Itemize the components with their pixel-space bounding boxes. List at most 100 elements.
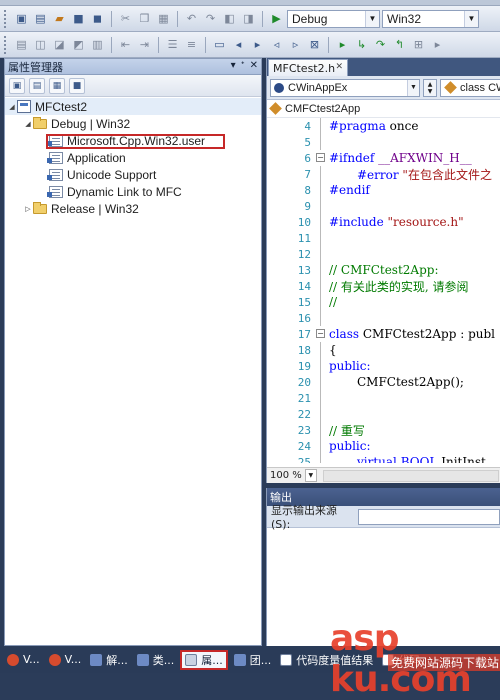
cut-icon[interactable]: ✂ — [117, 10, 134, 27]
outline-gutter — [315, 342, 329, 358]
tree-item-mfc-dll-sheet[interactable]: Dynamic Link to MFC — [5, 183, 261, 200]
nav-spinner[interactable]: ▲ ▼ — [423, 78, 437, 97]
toolbar-overflow-icon[interactable]: ▸ — [429, 36, 446, 53]
tool-window-tab[interactable]: 团... — [231, 650, 275, 670]
toolbar-grip[interactable] — [4, 9, 8, 28]
uncomment-lines-icon[interactable]: ≡ — [183, 36, 200, 53]
parameter-info-icon[interactable]: ◫ — [32, 36, 49, 53]
output-source-dropdown[interactable] — [357, 508, 500, 525]
breadcrumb[interactable]: CMFCtest2App — [267, 100, 500, 118]
collapse-arrow-icon[interactable]: ◢ — [23, 120, 33, 128]
property-manager-panel: 属性管理器 ▾ ᐩ ✕ ▣ ▤ ▦ ■ ◢ MFCtest2 ◢ Debug |… — [4, 58, 262, 646]
undo-icon[interactable]: ↶ — [183, 10, 200, 27]
clear-bookmarks-icon[interactable]: ⊠ — [306, 36, 323, 53]
build-icon[interactable]: ▸ — [334, 36, 351, 53]
outline-gutter — [315, 294, 329, 310]
open-file-icon[interactable]: ▰ — [51, 10, 68, 27]
collapse-arrow-icon[interactable]: ◢ — [7, 103, 17, 111]
complete-word-icon[interactable]: ◩ — [70, 36, 87, 53]
outline-guide-line — [320, 342, 321, 358]
tool-window-tab[interactable]: 类... — [134, 650, 178, 670]
step-over-icon[interactable]: ↷ — [372, 36, 389, 53]
comment-lines-icon[interactable]: ☰ — [164, 36, 181, 53]
outline-gutter — [315, 358, 329, 374]
collapse-region-icon[interactable]: − — [316, 153, 325, 162]
expand-arrow-icon[interactable]: ▷ — [23, 205, 33, 213]
save-icon[interactable]: ■ — [69, 77, 85, 94]
tree-item-label: Unicode Support — [67, 167, 157, 182]
member-dropdown[interactable]: class CW — [440, 78, 500, 97]
code-text-area[interactable]: 4 #pragma once 5 6− #ifndef __AFXWIN_H__ 7 #er… — [267, 118, 500, 463]
add-new-property-sheet-icon[interactable]: ▤ — [29, 77, 45, 94]
tool-window-tab[interactable]: 属... — [180, 649, 228, 670]
redo-icon[interactable]: ↷ — [202, 10, 219, 27]
tree-item-project[interactable]: ◢ MFCtest2 — [5, 98, 261, 115]
add-existing-property-sheet-icon[interactable]: ▣ — [9, 77, 25, 94]
outline-guide-line — [320, 182, 321, 198]
copy-icon[interactable]: ❐ — [136, 10, 153, 27]
collapse-region-icon[interactable]: − — [316, 329, 325, 338]
tool-window-tab[interactable]: 代码... — [379, 650, 434, 670]
pin-icon[interactable]: ᐩ — [241, 60, 245, 71]
outline-guide-line — [320, 438, 321, 454]
code-line: 9 — [267, 198, 500, 214]
show-object-member-list-icon[interactable]: ▤ — [13, 36, 30, 53]
chevron-down-icon[interactable]: ▼ — [304, 469, 317, 482]
class-dropdown[interactable]: CWinAppEx ▼ — [270, 78, 420, 97]
previous-bookmark-icon[interactable]: ◂ — [230, 36, 247, 53]
tree-item-cpp-user-sheet[interactable]: Microsoft.Cpp.Win32.user — [5, 132, 261, 149]
outline-gutter — [315, 262, 329, 278]
outline-guide-line — [320, 422, 321, 438]
horizontal-scrollbar[interactable] — [322, 469, 499, 482]
zoom-level[interactable]: 100 % — [270, 470, 302, 481]
panel-window-controls: ▾ ᐩ ✕ — [231, 60, 258, 71]
navigate-forward-icon[interactable]: ◨ — [240, 10, 257, 27]
outline-guide-line — [320, 134, 321, 150]
code-line: 18 { — [267, 342, 500, 358]
project-icon — [17, 100, 31, 113]
tree-item-release-config[interactable]: ▷ Release | Win32 — [5, 200, 261, 217]
start-debugging-icon[interactable]: ▶ — [268, 10, 285, 27]
tool-window-icon — [185, 653, 198, 666]
solution-platform-dropdown[interactable]: Win32 ▼ — [382, 9, 479, 28]
tree-item-unicode-sheet[interactable]: Unicode Support — [5, 166, 261, 183]
code-line: 20 CMFCtest2App(); — [267, 374, 500, 390]
add-item-icon[interactable]: ▤ — [32, 10, 49, 27]
close-icon[interactable]: ✕ — [250, 60, 258, 71]
new-project-icon[interactable]: ▣ — [13, 10, 30, 27]
spin-down-icon[interactable]: ▼ — [428, 88, 433, 95]
find-icon[interactable]: ⊞ — [410, 36, 427, 53]
outline-gutter — [315, 118, 329, 134]
outline-gutter — [315, 246, 329, 262]
tool-window-tab[interactable]: V... — [46, 650, 85, 670]
tree-item-debug-config[interactable]: ◢ Debug | Win32 — [5, 115, 261, 132]
tree-item-application-sheet[interactable]: Application — [5, 149, 261, 166]
tool-window-tab[interactable]: 解... — [87, 650, 131, 670]
save-all-icon[interactable]: ◼ — [89, 10, 106, 27]
paste-icon[interactable]: ▦ — [155, 10, 172, 27]
tool-window-tab[interactable]: V... — [4, 650, 43, 670]
display-word-completion-icon[interactable]: ▥ — [89, 36, 106, 53]
solution-configuration-dropdown[interactable]: Debug ▼ — [287, 9, 380, 28]
step-into-icon[interactable]: ↳ — [353, 36, 370, 53]
decrease-indent-icon[interactable]: ⇤ — [117, 36, 134, 53]
close-icon[interactable]: ✕ — [335, 62, 343, 72]
step-out-icon[interactable]: ↰ — [391, 36, 408, 53]
next-bookmark-icon[interactable]: ▸ — [249, 36, 266, 53]
navigate-back-icon[interactable]: ◧ — [221, 10, 238, 27]
tool-window-tab[interactable]: 代码度量值结果 — [277, 650, 376, 670]
save-icon[interactable]: ■ — [70, 10, 87, 27]
properties-icon[interactable]: ▦ — [49, 77, 65, 94]
toggle-bookmark-icon[interactable]: ▭ — [211, 36, 228, 53]
quick-info-icon[interactable]: ◪ — [51, 36, 68, 53]
spin-up-icon[interactable]: ▲ — [428, 81, 433, 88]
toolbar-grip[interactable] — [4, 35, 8, 54]
code-text: class CMFCtest2App : publ — [329, 327, 495, 341]
chevron-down-icon[interactable]: ▾ — [231, 60, 236, 71]
line-number: 20 — [297, 375, 311, 389]
previous-bookmark-folder-icon[interactable]: ◃ — [268, 36, 285, 53]
tab-mfctest2-h[interactable]: MFCtest2.h ✕ — [268, 59, 348, 76]
increase-indent-icon[interactable]: ⇥ — [136, 36, 153, 53]
outline-gutter — [315, 438, 329, 454]
next-bookmark-folder-icon[interactable]: ▹ — [287, 36, 304, 53]
